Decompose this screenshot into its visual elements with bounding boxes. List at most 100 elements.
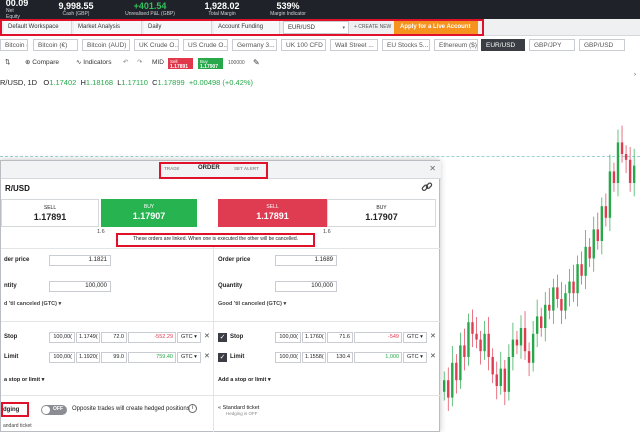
- instrument-tab-active[interactable]: EUR/USD: [481, 39, 525, 51]
- right-standard-ticket-link[interactable]: « Standard ticket Hedging is OFF: [218, 405, 259, 416]
- account-margin-indicator: 539% Margin Indicator: [258, 0, 318, 19]
- candle-body: [616, 142, 620, 183]
- right-stop-checkbox[interactable]: ✓: [218, 333, 227, 342]
- right-quantity-input[interactable]: 100,000: [275, 281, 337, 292]
- left-sell-button[interactable]: SELL 1.17891: [1, 199, 99, 227]
- left-stop-price-input[interactable]: 1.1749(: [76, 332, 100, 343]
- chart-toolbar: ⇅ ⊕ Compare ∿ Indicators ↶ ↷ MID Sell 1.1…: [0, 55, 640, 71]
- left-buy-button[interactable]: BUY 1.17907: [101, 199, 197, 227]
- candle-body: [483, 333, 486, 352]
- instrument-tab[interactable]: UK Crude O...: [134, 39, 179, 51]
- trading-platform: 00.09 Net Equity 9,998.55 Cash (GBP) +40…: [0, 0, 640, 432]
- undo-icon[interactable]: ↶: [123, 57, 128, 69]
- close-icon[interactable]: ✕: [430, 352, 436, 360]
- workspace-tab-market-analysis[interactable]: Market Analysis: [74, 21, 142, 34]
- quick-buy-button[interactable]: Buy 1.17907: [198, 58, 223, 70]
- right-buy-button[interactable]: BUY 1.17907: [327, 199, 436, 227]
- left-limit-points-input[interactable]: 99.0: [101, 352, 127, 363]
- right-validity-select[interactable]: Good 'til canceled (GTC) ▾: [218, 301, 286, 307]
- right-stop-gtc-select[interactable]: GTC ▾: [403, 332, 427, 343]
- instrument-tab[interactable]: UK 100 CFD: [281, 39, 326, 51]
- draw-icon[interactable]: ✎: [253, 57, 260, 69]
- right-order-price-label: Order price: [218, 257, 251, 263]
- double-chevron-left-icon: «: [218, 405, 222, 411]
- instrument-tab[interactable]: US Crude O...: [183, 39, 228, 51]
- create-new-button[interactable]: + CREATE NEW: [350, 21, 395, 34]
- left-buy-price: 1.17907: [132, 211, 166, 221]
- instrument-select[interactable]: EUR/USD ▾: [283, 21, 349, 34]
- instrument-tab[interactable]: Bitcoin (AUD): [82, 39, 130, 51]
- chevron-down-icon: ▾: [283, 301, 287, 307]
- right-limit-pnl-input[interactable]: 1,000: [354, 352, 402, 363]
- ohlc-readout: R/USD, 1D O1.17402 H1.18168 L1.17110 C1.…: [0, 78, 254, 87]
- left-validity-select[interactable]: d 'til canceled (GTC) ▾: [4, 301, 61, 307]
- order-ticket-tabs: TRADE ORDER SET ALERT ✕: [1, 161, 441, 179]
- crosshair-icon[interactable]: ⇅: [5, 57, 10, 69]
- indicators-button[interactable]: ∿ Indicators: [76, 57, 111, 69]
- right-stop-price-input[interactable]: 1.1760(: [302, 332, 326, 343]
- left-limit-gtc-select[interactable]: GTC ▾: [177, 352, 201, 363]
- candlestick-chart[interactable]: [440, 95, 640, 432]
- instrument-tab[interactable]: Bitcoin (£): [0, 39, 28, 51]
- right-limit-points-input[interactable]: 130.4: [327, 352, 353, 363]
- right-stop-points-input[interactable]: 71.6: [327, 332, 353, 343]
- workspace-tab-account-funding[interactable]: Account Funding: [214, 21, 280, 34]
- right-stop-pnl-input[interactable]: -549: [354, 332, 402, 343]
- candle-body: [584, 246, 587, 276]
- chevron-down-icon: ▾: [420, 334, 423, 340]
- workspace-tab-daily[interactable]: Daily: [144, 21, 212, 34]
- tab-trade[interactable]: TRADE: [164, 166, 180, 171]
- left-add-stop-limit[interactable]: a stop or limit ▾: [4, 377, 44, 383]
- link-icon[interactable]: [421, 181, 433, 193]
- close-icon[interactable]: ✕: [430, 332, 436, 340]
- candle-body: [519, 328, 523, 346]
- chevron-right-icon[interactable]: ›: [634, 72, 640, 84]
- left-stop-points-input[interactable]: 72.0: [101, 332, 127, 343]
- right-stop-qty-input[interactable]: 100,00(: [275, 332, 301, 343]
- left-limit-pnl-input[interactable]: 759.40: [128, 352, 176, 363]
- close-icon[interactable]: ✕: [204, 352, 210, 360]
- instrument-tab[interactable]: GBP/JPY: [529, 39, 575, 51]
- quick-buy-price: 1.17907: [200, 64, 219, 70]
- price-type-select[interactable]: MID: [152, 57, 164, 69]
- apply-live-account-button[interactable]: Apply for a Live Account: [394, 21, 478, 34]
- chart-symbol: R/USD, 1D: [0, 78, 38, 87]
- compare-button[interactable]: ⊕ Compare: [25, 57, 59, 69]
- close-icon[interactable]: ✕: [429, 164, 436, 173]
- quick-sell-button[interactable]: Sell 1.17891: [168, 58, 193, 70]
- instrument-tab[interactable]: Bitcoin (€): [33, 39, 78, 51]
- right-limit-checkbox[interactable]: ✓: [218, 353, 227, 362]
- left-stop-pnl-input[interactable]: -552.29: [128, 332, 176, 343]
- tab-set-alert[interactable]: SET ALERT: [234, 166, 259, 171]
- candle-body: [503, 368, 507, 392]
- candle-body: [523, 328, 527, 352]
- left-quantity-input[interactable]: 100,000: [49, 281, 111, 292]
- instrument-tab[interactable]: EU Stocks 5...: [382, 39, 430, 51]
- tab-order[interactable]: ORDER: [198, 165, 220, 171]
- hedging-toggle[interactable]: OFF: [41, 405, 67, 415]
- right-limit-price-input[interactable]: 1.1558(: [302, 352, 326, 363]
- left-standard-ticket-link[interactable]: andard ticket: [3, 423, 32, 429]
- quantity-display[interactable]: 100000: [228, 57, 245, 69]
- left-limit-qty-input[interactable]: 100,00(: [49, 352, 75, 363]
- info-icon[interactable]: i: [188, 404, 197, 413]
- left-order-price-input[interactable]: 1.1821: [49, 255, 111, 266]
- workspace-tab-default[interactable]: Default Workspace: [4, 21, 72, 34]
- close-icon[interactable]: ✕: [204, 332, 210, 340]
- total-margin-label: Total Margin: [208, 11, 236, 17]
- left-stop-gtc-select[interactable]: GTC ▾: [177, 332, 201, 343]
- right-order-price-input[interactable]: 1.1689: [275, 255, 337, 266]
- redo-icon[interactable]: ↷: [137, 57, 142, 69]
- right-add-stop-limit[interactable]: Add a stop or limit ▾: [218, 377, 271, 383]
- instrument-tab[interactable]: GBP/USD: [579, 39, 625, 51]
- plus-icon: ⊕: [25, 59, 31, 66]
- instrument-tab[interactable]: Wall Street ...: [330, 39, 378, 51]
- right-limit-gtc-select[interactable]: GTC ▾: [403, 352, 427, 363]
- open-value: 1.17402: [49, 78, 77, 87]
- left-stop-qty-input[interactable]: 100,00(: [49, 332, 75, 343]
- right-limit-qty-input[interactable]: 100,00(: [275, 352, 301, 363]
- instrument-tab[interactable]: Ethereum ($): [434, 39, 478, 51]
- left-limit-price-input[interactable]: 1.1920(: [76, 352, 100, 363]
- right-sell-button[interactable]: SELL 1.17891: [218, 199, 327, 227]
- instrument-tab[interactable]: Germany 3...: [232, 39, 277, 51]
